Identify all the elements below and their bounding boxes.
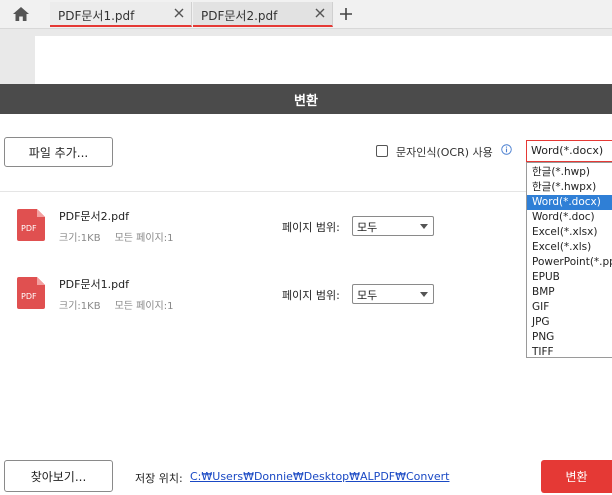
format-option-xlsx[interactable]: Excel(*.xlsx) <box>527 225 612 240</box>
format-option-hwp[interactable]: 한글(*.hwp) <box>527 165 612 180</box>
convert-button[interactable]: 변환 <box>541 460 612 493</box>
tab-bar: PDF문서1.pdf PDF문서2.pdf <box>0 0 612 29</box>
add-file-button[interactable]: 파일 추가... <box>4 137 113 167</box>
tab-pdf2[interactable]: PDF문서2.pdf <box>193 2 333 27</box>
plus-icon[interactable] <box>338 6 354 22</box>
tab-label: PDF문서2.pdf <box>201 9 278 23</box>
file-meta: 크기:1KB 모든 페이지:1 <box>59 297 173 312</box>
save-location-label: 저장 위치: <box>135 472 183 485</box>
format-option-docx[interactable]: Word(*.docx) <box>527 195 612 210</box>
file-row: PDF PDF문서1.pdf 크기:1KB 모든 페이지:1 페이지 범위: 모두 <box>0 270 525 320</box>
save-path-link[interactable]: C:₩Users₩Donnie₩Desktop₩ALPDF₩Convert <box>190 470 449 483</box>
page-range-label: 페이지 범위: <box>282 289 340 302</box>
page-range-value: 모두 <box>357 221 378 234</box>
chevron-down-icon <box>420 292 428 297</box>
app-window: PDF문서1.pdf PDF문서2.pdf 변환 파일 추가... 문자인식(O… <box>0 0 612 495</box>
ocr-label: 문자인식(OCR) 사용 <box>396 146 493 159</box>
chevron-down-icon <box>420 224 428 229</box>
svg-text:PDF: PDF <box>21 224 37 233</box>
tab-pdf1[interactable]: PDF문서1.pdf <box>50 2 192 27</box>
home-button[interactable] <box>6 3 36 25</box>
format-option-xls[interactable]: Excel(*.xls) <box>527 240 612 255</box>
info-icon[interactable] <box>501 144 512 155</box>
format-option-png[interactable]: PNG <box>527 330 612 345</box>
format-option-tiff[interactable]: TIFF <box>527 345 612 357</box>
file-name: PDF문서2.pdf <box>59 210 130 223</box>
document-area <box>0 29 612 84</box>
page-range-label: 페이지 범위: <box>282 221 340 234</box>
tab-label: PDF문서1.pdf <box>58 9 135 23</box>
file-name: PDF문서1.pdf <box>59 278 130 291</box>
file-row: PDF PDF문서2.pdf 크기:1KB 모든 페이지:1 페이지 범위: 모두 <box>0 202 525 252</box>
format-dropdown-list: 한글(*.hwp) 한글(*.hwpx) Word(*.docx) Word(*… <box>526 162 612 358</box>
ocr-checkbox[interactable] <box>376 145 388 157</box>
file-meta: 크기:1KB 모든 페이지:1 <box>59 229 173 244</box>
pdf-file-icon: PDF <box>17 209 45 241</box>
page-range-value: 모두 <box>357 289 378 302</box>
format-option-bmp[interactable]: BMP <box>527 285 612 300</box>
format-option-jpg[interactable]: JPG <box>527 315 612 330</box>
file-size: 크기:1KB <box>59 233 101 244</box>
pdf-file-icon: PDF <box>17 277 45 309</box>
file-page-count: 모든 페이지:1 <box>114 233 174 244</box>
page-range-select[interactable]: 모두 <box>352 216 434 236</box>
format-option-gif[interactable]: GIF <box>527 300 612 315</box>
svg-text:PDF: PDF <box>21 292 37 301</box>
file-size: 크기:1KB <box>59 301 101 312</box>
format-option-hwpx[interactable]: 한글(*.hwpx) <box>527 180 612 195</box>
divider <box>0 191 612 192</box>
close-icon[interactable] <box>173 7 185 19</box>
page-range-select[interactable]: 모두 <box>352 284 434 304</box>
dialog-title: 변환 <box>294 93 318 109</box>
file-page-count: 모든 페이지:1 <box>114 301 174 312</box>
format-option-pptx[interactable]: PowerPoint(*.pptx) <box>527 255 612 270</box>
browse-button[interactable]: 찾아보기... <box>4 460 113 492</box>
convert-dialog: 변환 파일 추가... 문자인식(OCR) 사용 Word(*.docx) PD… <box>0 84 612 495</box>
format-option-epub[interactable]: EPUB <box>527 270 612 285</box>
home-icon <box>13 7 29 21</box>
dialog-header: 변환 <box>0 84 612 114</box>
format-select[interactable]: Word(*.docx) <box>526 140 612 162</box>
close-icon[interactable] <box>314 7 326 19</box>
format-option-doc[interactable]: Word(*.doc) <box>527 210 612 225</box>
document-page <box>35 36 612 84</box>
